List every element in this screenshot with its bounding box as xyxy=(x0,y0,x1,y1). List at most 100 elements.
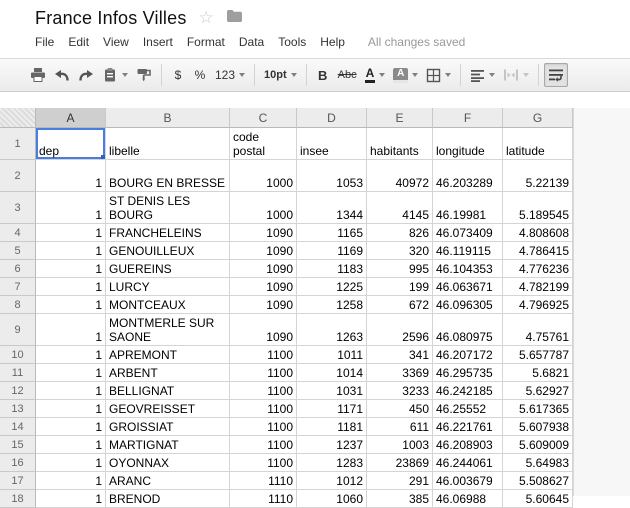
cell-B3[interactable]: ST DENIS LES BOURG xyxy=(106,192,230,224)
text-color-caret[interactable] xyxy=(379,73,385,77)
cell-A8[interactable]: 1 xyxy=(36,296,106,314)
cell-G4[interactable]: 4.808608 xyxy=(503,224,573,242)
cell-D7[interactable]: 1225 xyxy=(297,278,367,296)
cell-F7[interactable]: 46.063671 xyxy=(433,278,503,296)
cell-G2[interactable]: 5.22139 xyxy=(503,160,573,192)
cell-G9[interactable]: 4.75761 xyxy=(503,314,573,346)
row-header-8[interactable]: 8 xyxy=(0,296,36,314)
cell-A18[interactable]: 1 xyxy=(36,490,106,508)
cell-B9[interactable]: MONTMERLE SUR SAONE xyxy=(106,314,230,346)
cell-G6[interactable]: 4.776236 xyxy=(503,260,573,278)
cell-C5[interactable]: 1090 xyxy=(230,242,297,260)
cell-E15[interactable]: 1003 xyxy=(367,436,433,454)
column-header-F[interactable]: F xyxy=(433,108,503,128)
row-header-2[interactable]: 2 xyxy=(0,160,36,192)
cell-E6[interactable]: 995 xyxy=(367,260,433,278)
cell-F10[interactable]: 46.207172 xyxy=(433,346,503,364)
cell-C8[interactable]: 1090 xyxy=(230,296,297,314)
row-header-13[interactable]: 13 xyxy=(0,400,36,418)
cell-G18[interactable]: 5.60645 xyxy=(503,490,573,508)
cell-D8[interactable]: 1258 xyxy=(297,296,367,314)
row-header-6[interactable]: 6 xyxy=(0,260,36,278)
cell-E7[interactable]: 199 xyxy=(367,278,433,296)
cell-D15[interactable]: 1237 xyxy=(297,436,367,454)
cell-E18[interactable]: 385 xyxy=(367,490,433,508)
borders-caret[interactable] xyxy=(445,73,451,77)
cell-F18[interactable]: 46.06988 xyxy=(433,490,503,508)
paint-format-button[interactable] xyxy=(132,63,156,87)
row-header-7[interactable]: 7 xyxy=(0,278,36,296)
column-header-A[interactable]: A xyxy=(36,108,106,128)
cell-G7[interactable]: 4.782199 xyxy=(503,278,573,296)
cell-D18[interactable]: 1060 xyxy=(297,490,367,508)
column-header-G[interactable]: G xyxy=(503,108,573,128)
undo-button[interactable] xyxy=(50,63,74,87)
cell-B1[interactable]: libelle xyxy=(106,128,230,160)
cell-B2[interactable]: BOURG EN BRESSE xyxy=(106,160,230,192)
font-size-caret[interactable] xyxy=(291,73,297,77)
fill-color-button[interactable]: A xyxy=(389,63,422,87)
cell-B16[interactable]: OYONNAX xyxy=(106,454,230,472)
cell-D10[interactable]: 1011 xyxy=(297,346,367,364)
cell-E10[interactable]: 341 xyxy=(367,346,433,364)
cell-C15[interactable]: 1100 xyxy=(230,436,297,454)
document-title[interactable]: France Infos Villes xyxy=(35,8,187,29)
cell-F12[interactable]: 46.242185 xyxy=(433,382,503,400)
cell-F16[interactable]: 46.244061 xyxy=(433,454,503,472)
row-header-9[interactable]: 9 xyxy=(0,314,36,346)
cell-C3[interactable]: 1000 xyxy=(230,192,297,224)
cell-C12[interactable]: 1100 xyxy=(230,382,297,400)
cell-F15[interactable]: 46.208903 xyxy=(433,436,503,454)
cell-A2[interactable]: 1 xyxy=(36,160,106,192)
cell-F11[interactable]: 46.295735 xyxy=(433,364,503,382)
cell-E5[interactable]: 320 xyxy=(367,242,433,260)
cell-D11[interactable]: 1014 xyxy=(297,364,367,382)
percent-format-button[interactable]: % xyxy=(189,63,211,87)
cell-B7[interactable]: LURCY xyxy=(106,278,230,296)
cell-G10[interactable]: 5.657787 xyxy=(503,346,573,364)
cell-G17[interactable]: 5.508627 xyxy=(503,472,573,490)
cell-E1[interactable]: habitants xyxy=(367,128,433,160)
row-header-15[interactable]: 15 xyxy=(0,436,36,454)
cell-A10[interactable]: 1 xyxy=(36,346,106,364)
cell-C2[interactable]: 1000 xyxy=(230,160,297,192)
menu-insert[interactable]: Insert xyxy=(136,32,180,52)
number-format-caret[interactable] xyxy=(239,73,245,77)
cell-D9[interactable]: 1263 xyxy=(297,314,367,346)
row-header-14[interactable]: 14 xyxy=(0,418,36,436)
cell-A4[interactable]: 1 xyxy=(36,224,106,242)
cell-B17[interactable]: ARANC xyxy=(106,472,230,490)
cell-A1[interactable]: dep xyxy=(36,128,106,160)
cell-G12[interactable]: 5.62927 xyxy=(503,382,573,400)
cell-F3[interactable]: 46.19981 xyxy=(433,192,503,224)
cell-G8[interactable]: 4.796925 xyxy=(503,296,573,314)
cell-A17[interactable]: 1 xyxy=(36,472,106,490)
cell-B10[interactable]: APREMONT xyxy=(106,346,230,364)
print-button[interactable] xyxy=(26,63,50,87)
cell-C17[interactable]: 1110 xyxy=(230,472,297,490)
borders-button[interactable] xyxy=(422,63,455,87)
cell-G14[interactable]: 5.607938 xyxy=(503,418,573,436)
cell-D12[interactable]: 1031 xyxy=(297,382,367,400)
cell-G15[interactable]: 5.609009 xyxy=(503,436,573,454)
cell-E14[interactable]: 611 xyxy=(367,418,433,436)
cell-F6[interactable]: 46.104353 xyxy=(433,260,503,278)
cell-A7[interactable]: 1 xyxy=(36,278,106,296)
cell-B4[interactable]: FRANCHELEINS xyxy=(106,224,230,242)
cell-A3[interactable]: 1 xyxy=(36,192,106,224)
align-button[interactable] xyxy=(466,63,499,87)
cell-C11[interactable]: 1100 xyxy=(230,364,297,382)
fill-color-caret[interactable] xyxy=(412,73,418,77)
cell-F14[interactable]: 46.221761 xyxy=(433,418,503,436)
cell-B14[interactable]: GROISSIAT xyxy=(106,418,230,436)
cell-E4[interactable]: 826 xyxy=(367,224,433,242)
cell-C4[interactable]: 1090 xyxy=(230,224,297,242)
row-header-1[interactable]: 1 xyxy=(0,128,36,160)
cell-G3[interactable]: 5.189545 xyxy=(503,192,573,224)
redo-button[interactable] xyxy=(74,63,98,87)
cell-A11[interactable]: 1 xyxy=(36,364,106,382)
align-caret[interactable] xyxy=(489,73,495,77)
column-header-E[interactable]: E xyxy=(367,108,433,128)
cell-E2[interactable]: 40972 xyxy=(367,160,433,192)
cell-G11[interactable]: 5.6821 xyxy=(503,364,573,382)
